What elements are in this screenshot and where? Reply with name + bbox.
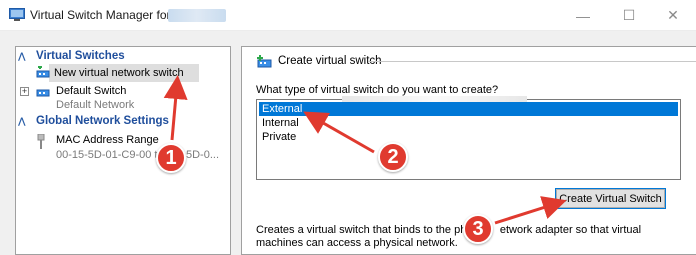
default-switch-subtitle: Default Network [56, 99, 135, 111]
mac-range-end: 5D-0... [186, 149, 220, 161]
navigation-pane: ⋀ Virtual Switches New virtual network s… [15, 46, 231, 255]
nav-item-mac-address-range[interactable]: MAC Address Range [56, 133, 159, 147]
minimize-button[interactable]: — [560, 0, 606, 31]
create-virtual-switch-button[interactable]: Create Virtual Switch [555, 188, 666, 209]
callout-2: 2 [378, 142, 408, 172]
section-label: Global Network Settings [36, 115, 169, 127]
switch-type-question: What type of virtual switch do you want … [256, 84, 499, 96]
expand-icon[interactable]: + [20, 87, 29, 96]
redacted-host-name [168, 9, 226, 22]
description-part-1: Creates a virtual switch that binds to t… [256, 224, 472, 236]
new-switch-icon [36, 66, 50, 78]
collapse-chevron-icon[interactable]: ⋀ [18, 49, 28, 63]
collapse-chevron-icon[interactable]: ⋀ [18, 114, 28, 128]
mac-address-icon [37, 134, 45, 149]
description-line-2: machines can access a physical network. [256, 237, 458, 249]
virtual-switch-icon [36, 89, 50, 97]
list-item-external[interactable]: External [259, 102, 678, 116]
hyperv-manager-icon [9, 8, 25, 21]
nav-item-default-switch[interactable]: Default Switch [56, 84, 126, 98]
create-switch-icon [257, 54, 272, 67]
callout-1: 1 [156, 143, 186, 173]
create-switch-header: Create virtual switch [256, 52, 382, 70]
section-global-network-settings[interactable]: ⋀ Global Network Settings [16, 114, 230, 128]
mac-range-start: 00-15-5D-01-C9-00 t [56, 149, 158, 161]
nav-item-new-virtual-switch[interactable]: New virtual network switch [54, 66, 184, 80]
redacted-overlay [342, 96, 527, 102]
description-part-2: etwork adapter so that virtual [499, 224, 642, 236]
list-item-internal[interactable]: Internal [259, 116, 299, 130]
maximize-button[interactable]: ☐ [606, 0, 652, 31]
window-title: Virtual Switch Manager for [30, 8, 171, 22]
callout-3: 3 [463, 214, 493, 244]
section-virtual-switches[interactable]: ⋀ Virtual Switches [16, 49, 230, 63]
title-bar: Virtual Switch Manager for — ☐ ✕ [0, 0, 696, 31]
pane-title: Create virtual switch [278, 55, 382, 67]
close-button[interactable]: ✕ [650, 0, 696, 31]
header-divider [368, 61, 696, 62]
section-label: Virtual Switches [36, 50, 125, 62]
switch-type-listbox[interactable]: External Internal Private [256, 99, 681, 180]
list-item-private[interactable]: Private [259, 130, 296, 144]
